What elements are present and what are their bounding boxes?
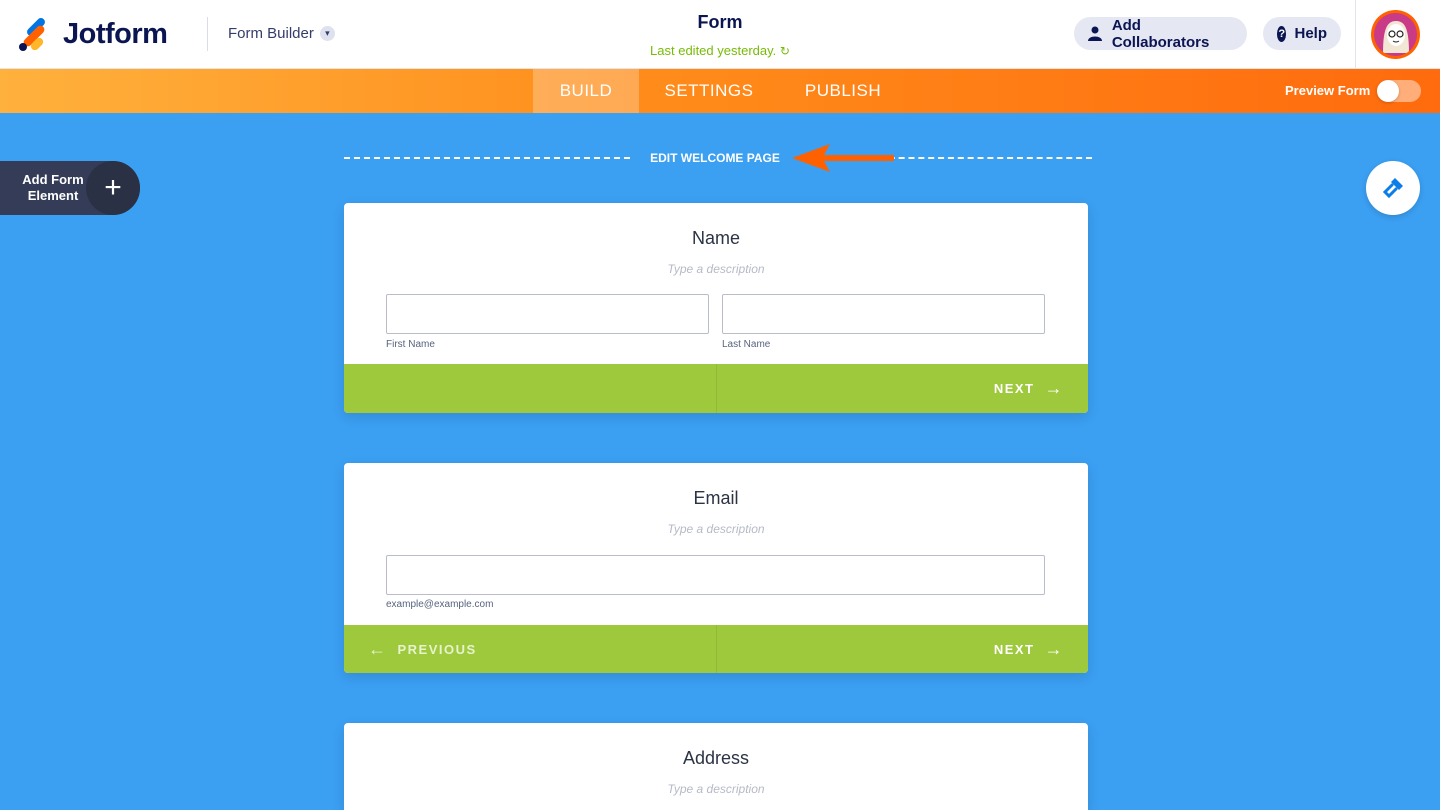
header-divider-right: [1355, 0, 1356, 69]
user-icon: [1088, 26, 1103, 42]
previous-label: PREVIOUS: [397, 642, 477, 657]
preview-form-toggle[interactable]: [1377, 80, 1421, 102]
header-divider: [207, 17, 208, 51]
form-builder-label: Form Builder: [228, 25, 314, 42]
arrow-left-icon: [792, 144, 894, 172]
next-label: NEXT: [993, 642, 1035, 657]
question-description[interactable]: Type a description: [344, 782, 1088, 796]
arrow-right-icon: →: [1044, 639, 1064, 659]
question-description[interactable]: Type a description: [344, 262, 1088, 276]
next-button[interactable]: NEXT →: [994, 625, 1064, 673]
avatar[interactable]: [1371, 10, 1420, 59]
question-description[interactable]: Type a description: [344, 522, 1088, 536]
first-name-sublabel: First Name: [386, 339, 435, 350]
tab-settings[interactable]: SETTINGS: [650, 69, 768, 113]
next-button[interactable]: NEXT →: [994, 364, 1064, 413]
add-form-element-label: Add Form Element: [22, 172, 84, 203]
form-designer-button[interactable]: [1366, 161, 1420, 215]
brand-name: Jotform: [63, 18, 168, 50]
chevron-down-icon: ▾: [319, 26, 335, 41]
jotform-logo-icon: [17, 15, 49, 53]
builder-navbar: BUILD SETTINGS PUBLISH Preview Form: [0, 69, 1440, 113]
question-icon: ?: [1277, 25, 1287, 42]
preview-form-label: Preview Form: [1285, 83, 1371, 98]
arrow-left-small-icon: ←: [368, 639, 388, 659]
tab-publish[interactable]: PUBLISH: [790, 69, 896, 113]
card-footer: NEXT →: [344, 364, 1088, 413]
top-header: Jotform Form Builder ▾ Form Last edited …: [0, 0, 1440, 69]
tab-build[interactable]: BUILD: [533, 69, 639, 113]
form-card-email[interactable]: Email Type a description example@example…: [344, 463, 1088, 673]
add-form-element-button[interactable]: Add Form Element +: [0, 161, 140, 215]
email-sublabel: example@example.com: [386, 599, 494, 610]
help-button[interactable]: ? Help: [1263, 17, 1341, 50]
avatar-image: [1374, 13, 1417, 56]
add-collaborators-button[interactable]: Add Collaborators: [1074, 16, 1247, 51]
jotform-logo[interactable]: Jotform: [17, 15, 168, 53]
question-title[interactable]: Email: [344, 488, 1088, 509]
first-name-input[interactable]: [386, 294, 709, 334]
arrow-right-icon: →: [1044, 378, 1064, 398]
last-edited-text: Last edited yesterday.: [650, 43, 777, 58]
form-card-address[interactable]: Address Type a description: [344, 723, 1088, 810]
previous-button[interactable]: ← PREVIOUS: [368, 625, 477, 673]
card-footer: ← PREVIOUS NEXT →: [344, 625, 1088, 673]
edit-welcome-page-link[interactable]: EDIT WELCOME PAGE: [640, 151, 790, 165]
help-label: Help: [1294, 25, 1327, 42]
last-edited-status[interactable]: Last edited yesterday. ↻: [570, 43, 870, 58]
form-card-name[interactable]: Name Type a description First Name Last …: [344, 203, 1088, 413]
email-input[interactable]: [386, 555, 1045, 595]
question-title[interactable]: Address: [344, 748, 1088, 769]
welcome-divider-left: [344, 157, 630, 159]
last-name-input[interactable]: [722, 294, 1045, 334]
footer-divider: [716, 364, 717, 413]
next-label: NEXT: [993, 381, 1035, 396]
last-name-sublabel: Last Name: [722, 339, 771, 350]
paint-roller-icon: [1382, 178, 1403, 199]
form-title[interactable]: Form: [620, 12, 820, 33]
form-builder-dropdown[interactable]: Form Builder ▾: [228, 25, 335, 42]
question-title[interactable]: Name: [344, 228, 1088, 249]
plus-icon: +: [86, 161, 140, 215]
footer-divider: [716, 625, 717, 673]
toggle-knob: [1377, 80, 1399, 102]
add-collaborators-label: Add Collaborators: [1111, 16, 1210, 51]
refresh-icon: ↻: [779, 44, 790, 58]
